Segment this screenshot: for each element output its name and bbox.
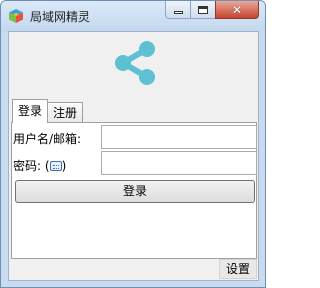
window-title: 局域网精灵 — [30, 10, 91, 24]
password-label: 密码: — [13, 159, 42, 173]
minimize-icon — [173, 11, 183, 14]
login-panel: 用户名/邮箱: 密码: () 登录 — [11, 122, 257, 259]
close-icon: ✕ — [231, 2, 243, 17]
tab-strip: 登录 注册 — [12, 99, 84, 123]
password-input[interactable] — [101, 151, 257, 175]
maximize-button[interactable] — [190, 1, 216, 19]
title-bar[interactable]: 局域网精灵 ✕ — [1, 1, 265, 31]
password-label-group: 密码: () — [13, 157, 66, 174]
paren-open: ( — [44, 159, 50, 173]
app-logo-icon — [9, 9, 23, 23]
minimize-button[interactable] — [165, 1, 191, 19]
main-panel: 登录 注册 用户名/邮箱: 密码: () 登录 设置 — [8, 31, 259, 281]
tab-login[interactable]: 登录 — [12, 99, 49, 123]
paren-close: ) — [61, 159, 67, 173]
keyboard-icon[interactable] — [49, 161, 62, 171]
login-button[interactable]: 登录 — [15, 180, 255, 203]
tab-register[interactable]: 注册 — [47, 102, 84, 123]
username-label: 用户名/邮箱: — [13, 132, 82, 146]
settings-button[interactable]: 设置 — [219, 259, 257, 279]
maximize-icon — [198, 5, 208, 14]
share-icon — [115, 41, 155, 85]
app-window: 局域网精灵 ✕ 登录 注册 用户名/邮箱: 密码: () 登录 设置 — [0, 0, 266, 288]
username-input[interactable] — [101, 125, 257, 149]
close-button[interactable]: ✕ — [215, 1, 259, 19]
